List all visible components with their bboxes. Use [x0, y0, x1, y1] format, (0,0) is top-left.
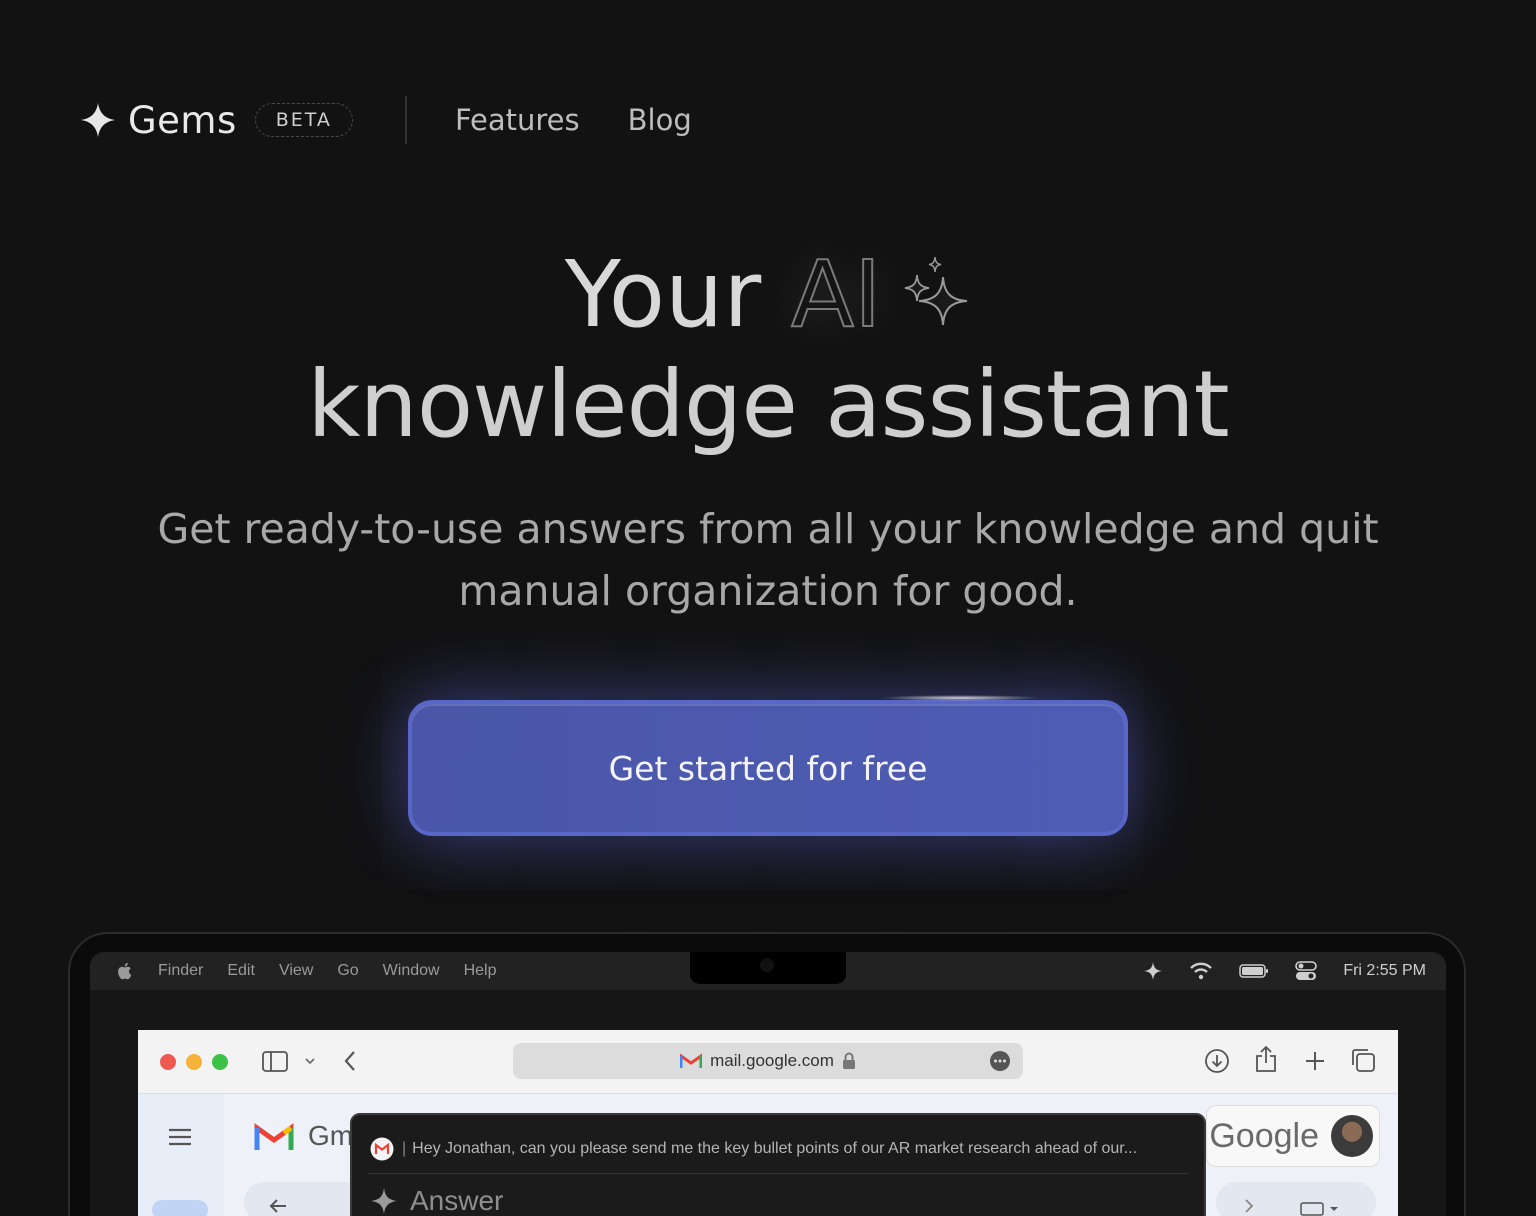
hero-title-line2: knowledge assistant	[307, 351, 1229, 458]
sparkles-icon	[905, 256, 968, 326]
menu-view[interactable]: View	[279, 962, 313, 980]
back-arrow-icon[interactable]	[268, 1198, 288, 1214]
google-account-chip[interactable]: Google	[1206, 1105, 1380, 1167]
gmail-logo-icon	[254, 1123, 294, 1150]
menu-go[interactable]: Go	[337, 962, 358, 980]
maximize-window-button[interactable]	[212, 1054, 228, 1070]
chevron-down-icon[interactable]	[304, 1056, 316, 1066]
menu-edit[interactable]: Edit	[227, 962, 255, 980]
minimize-window-button[interactable]	[186, 1054, 202, 1070]
hero-title-line1: Your AI	[0, 240, 1536, 350]
hero-subtitle: Get ready-to-use answers from all your k…	[0, 498, 1536, 622]
url-text: mail.google.com	[710, 1051, 834, 1070]
battery-icon[interactable]	[1239, 963, 1269, 979]
popup-divider	[368, 1173, 1188, 1174]
google-wordmark: Google	[1209, 1116, 1319, 1155]
subtitle-line2: manual organization for good.	[458, 567, 1078, 615]
gmail-sidebar	[138, 1094, 224, 1216]
keyboard-icon[interactable]	[1300, 1202, 1340, 1216]
new-tab-icon[interactable]	[1304, 1050, 1326, 1072]
nav-link-features[interactable]: Features	[455, 103, 580, 137]
text-cursor: |	[402, 1140, 407, 1157]
menu-help[interactable]: Help	[464, 962, 497, 980]
compose-button[interactable]	[152, 1200, 208, 1216]
get-started-button[interactable]: Get started for free	[408, 700, 1128, 836]
avatar[interactable]	[1331, 1115, 1373, 1157]
wifi-icon[interactable]	[1189, 962, 1213, 980]
brand-name[interactable]: Gems	[128, 99, 237, 142]
more-options-icon[interactable]	[989, 1050, 1011, 1072]
gems-assistant-popup: | Hey Jonathan, can you please send me t…	[350, 1113, 1206, 1216]
hamburger-menu-icon[interactable]	[168, 1128, 192, 1146]
apple-icon	[118, 962, 132, 980]
control-center-icon[interactable]	[1295, 960, 1318, 982]
gems-star-icon	[371, 1188, 397, 1214]
top-nav: Gems BETA Features Blog	[80, 96, 692, 144]
hero: Your AI knowledge assistant	[0, 240, 1536, 460]
address-bar[interactable]: mail.google.com	[513, 1043, 1023, 1079]
answer-label: Answer	[410, 1185, 504, 1216]
cta-highlight	[880, 695, 1040, 701]
hero-word-ai: AI	[790, 240, 882, 349]
lock-icon	[842, 1052, 855, 1069]
mac-menubar: Finder Edit View Go Window Help Fri 2:55…	[90, 952, 1446, 990]
nav-link-blog[interactable]: Blog	[628, 103, 692, 137]
gems-menubar-icon[interactable]	[1143, 961, 1163, 981]
close-window-button[interactable]	[160, 1054, 176, 1070]
share-icon[interactable]	[1254, 1045, 1278, 1073]
query-text: Hey Jonathan, can you please send me the…	[412, 1140, 1138, 1157]
subtitle-line1: Get ready-to-use answers from all your k…	[157, 505, 1379, 553]
gmail-source-icon	[370, 1137, 394, 1161]
browser-window: mail.google.com Gm Google | Hey Jonathan…	[138, 1030, 1398, 1216]
camera-icon	[760, 958, 774, 972]
gmail-pager	[1216, 1182, 1376, 1216]
laptop-screen: Finder Edit View Go Window Help Fri 2:55…	[90, 952, 1446, 1216]
camera-notch	[690, 952, 846, 984]
menu-finder[interactable]: Finder	[158, 962, 203, 980]
menubar-clock[interactable]: Fri 2:55 PM	[1343, 962, 1426, 980]
nav-divider	[404, 96, 407, 144]
back-arrow-icon[interactable]	[342, 1050, 358, 1072]
tab-overview-icon[interactable]	[1350, 1047, 1376, 1073]
popup-query[interactable]: | Hey Jonathan, can you please send me t…	[370, 1137, 1188, 1161]
download-icon[interactable]	[1204, 1048, 1230, 1074]
gmail-logo-icon	[680, 1053, 703, 1068]
hero-word-your: Your	[564, 241, 762, 348]
chevron-right-icon[interactable]	[1244, 1198, 1254, 1214]
menu-window[interactable]: Window	[383, 962, 440, 980]
gmail-wordmark: Gm	[308, 1120, 354, 1151]
beta-badge: BETA	[254, 103, 353, 137]
browser-toolbar: mail.google.com	[138, 1030, 1398, 1094]
popup-answer: Answer	[370, 1185, 503, 1216]
sidebar-toggle-icon[interactable]	[262, 1051, 290, 1073]
menubar-status: Fri 2:55 PM	[1143, 952, 1426, 990]
gems-star-icon	[81, 103, 115, 137]
